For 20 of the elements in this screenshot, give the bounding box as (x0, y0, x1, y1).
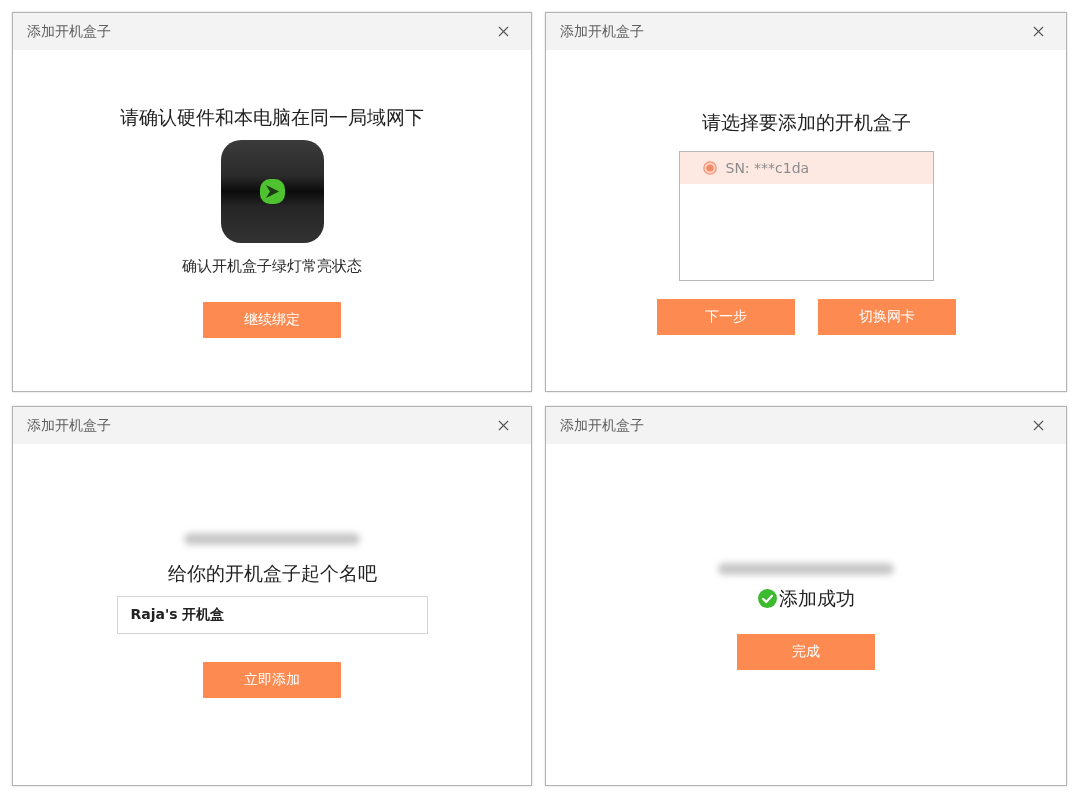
action-button[interactable]: 继续绑定 (203, 302, 341, 338)
dialog-title: 添加开机盒子 (27, 416, 111, 435)
device-icon (220, 140, 324, 243)
dialog-title: 添加开机盒子 (560, 22, 644, 41)
dialog-heading: 给你的开机盒子起个名吧 (167, 561, 377, 585)
action-button[interactable]: 下一步 (656, 299, 795, 335)
action-button[interactable]: 切换网卡 (817, 299, 956, 335)
device-list-item[interactable]: SN: ***c1da (679, 152, 933, 184)
action-button[interactable]: 完成 (737, 634, 875, 670)
action-button[interactable]: 立即添加 (203, 662, 341, 698)
dialog-title: 添加开机盒子 (560, 416, 644, 435)
hint-text: 确认开机盒子绿灯常亮状态 (182, 257, 362, 276)
name-input-field[interactable]: Raja's 开机盒 (116, 596, 428, 634)
radio-icon[interactable] (702, 161, 717, 175)
dialog-title: 添加开机盒子 (27, 22, 111, 41)
device-serial: SN: ***c1da (725, 160, 810, 176)
dialog-heading: 请确认硬件和本电脑在同一局域网下 (120, 105, 424, 129)
check-icon (757, 588, 777, 608)
dialog-heading: 请选择要添加的开机盒子 (701, 110, 911, 134)
success-message: 添加成功 (778, 586, 855, 610)
